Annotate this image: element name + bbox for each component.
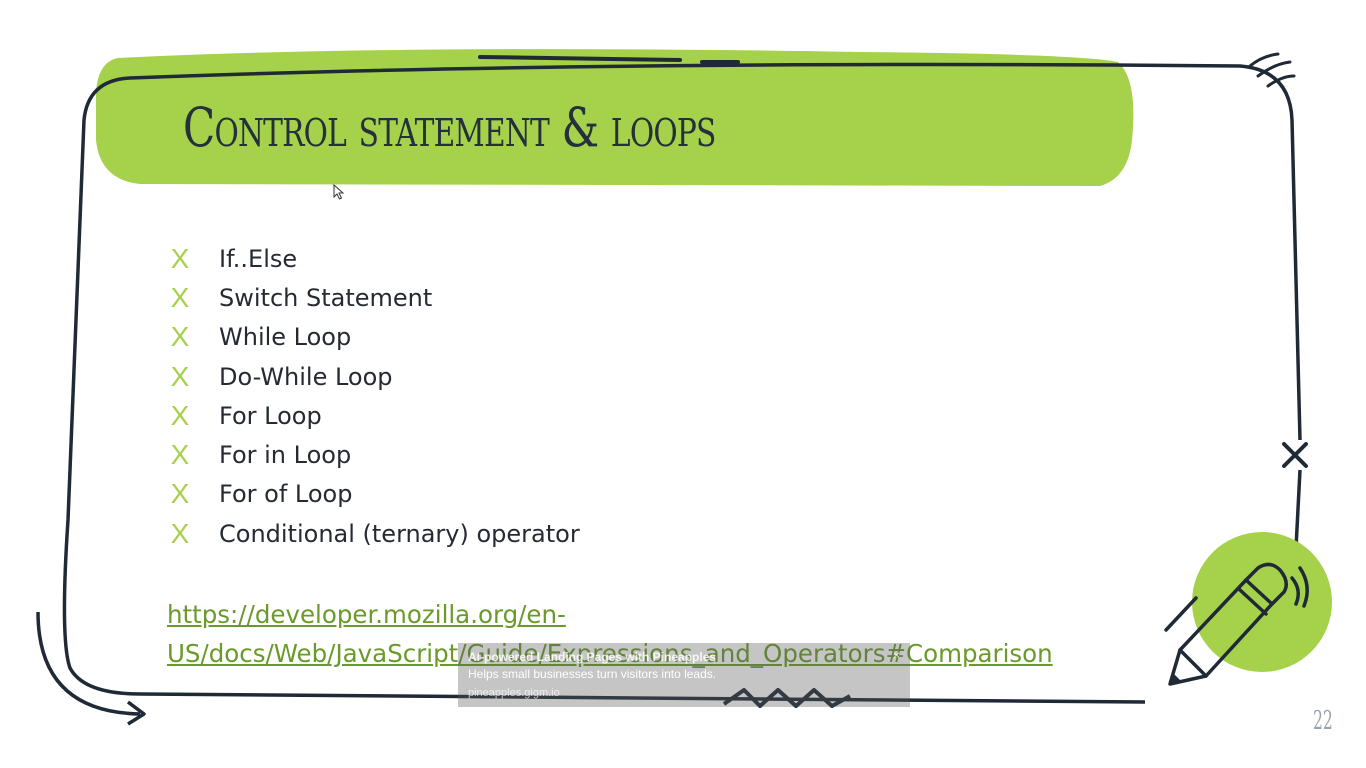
list-item: X For Loop <box>168 396 580 435</box>
x-mark-icon: X <box>170 281 190 313</box>
list-item: X For in Loop <box>168 435 580 474</box>
ad-url[interactable]: pineapples.gigm.io <box>468 687 560 699</box>
list-item: X For of Loop <box>168 475 580 514</box>
ad-overlay[interactable]: AI-powered Landing Pages with Pineapples… <box>458 643 910 707</box>
mouse-cursor-icon <box>333 184 345 200</box>
list-item-label: For of Loop <box>219 480 353 509</box>
list-item-label: For in Loop <box>219 441 352 470</box>
x-mark-icon: X <box>170 399 190 431</box>
bullet-list: X If..Else X Switch Statement X While Loop … <box>168 239 580 553</box>
slide-title: Control statement & loops <box>183 96 716 159</box>
list-item: X If..Else <box>168 239 580 278</box>
ad-description: Helps small businesses turn visitors int… <box>468 667 717 681</box>
ad-title[interactable]: AI-powered Landing Pages with Pineapples <box>468 650 716 664</box>
list-item: X Do-While Loop <box>168 357 580 396</box>
list-item-label: Switch Statement <box>219 283 433 312</box>
x-mark-icon: X <box>170 321 190 353</box>
list-item-label: While Loop <box>219 323 352 352</box>
list-item: X Conditional (ternary) operator <box>168 514 580 553</box>
page-number: 22 <box>1313 706 1333 736</box>
list-item: X While Loop <box>168 318 580 357</box>
close-icon[interactable]: × <box>893 648 900 662</box>
x-mark-icon: X <box>170 360 190 392</box>
list-item-label: Conditional (ternary) operator <box>219 519 580 548</box>
list-item-label: For Loop <box>219 401 322 430</box>
x-mark-icon: X <box>170 439 190 471</box>
list-item: X Switch Statement <box>168 278 580 317</box>
x-mark-icon: X <box>170 242 190 274</box>
x-mark-icon: X <box>170 517 190 549</box>
x-mark-icon: X <box>170 478 190 510</box>
list-item-label: If..Else <box>219 244 298 273</box>
list-item-label: Do-While Loop <box>219 362 393 391</box>
